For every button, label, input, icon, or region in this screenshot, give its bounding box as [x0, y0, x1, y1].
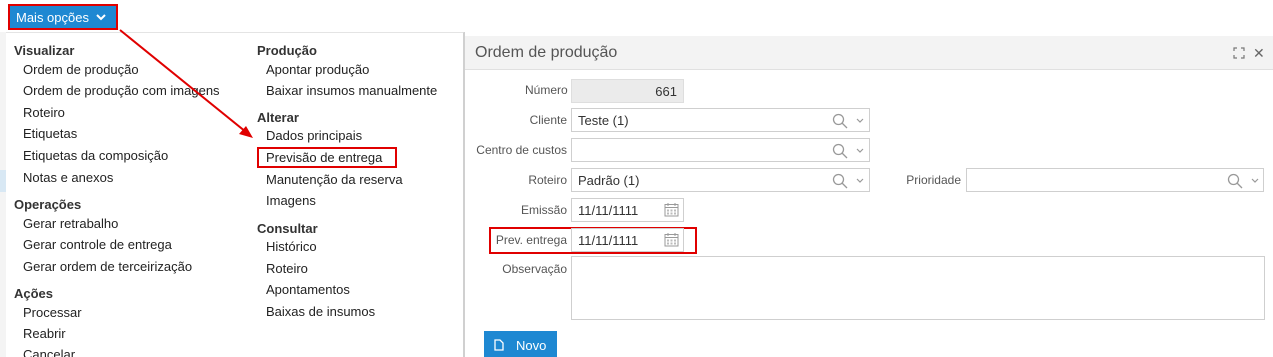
- menu-item-apontar-producao[interactable]: Apontar produção: [257, 62, 369, 77]
- calendar-icon[interactable]: [664, 202, 679, 217]
- menu-section-visualizar: Visualizar: [14, 43, 75, 58]
- chevron-down-icon: [96, 14, 106, 21]
- menu-item-baixas-insumos[interactable]: Baixas de insumos: [257, 304, 375, 319]
- top-toolbar: Mais opções: [0, 0, 1273, 32]
- emissao-value: 11/11/1111: [578, 203, 639, 218]
- menu-item-dados-principais[interactable]: Dados principais: [257, 128, 362, 143]
- menu-section-producao: Produção: [257, 43, 317, 58]
- menu-item-cancelar[interactable]: Cancelar: [14, 347, 75, 357]
- menu-section-acoes: Ações: [14, 286, 54, 301]
- prev-entrega-label: Prev. entrega: [495, 233, 567, 247]
- dialog-title: Ordem de produção: [475, 44, 618, 61]
- menu-item-roteiro-consulta[interactable]: Roteiro: [257, 261, 308, 276]
- prev-entrega-field[interactable]: 11/11/1111: [571, 228, 684, 252]
- emissao-field[interactable]: 11/11/1111: [571, 198, 684, 222]
- expand-icon[interactable]: [1233, 47, 1245, 59]
- roteiro-value: Padrão (1): [578, 173, 640, 188]
- more-options-label: Mais opções: [16, 9, 89, 25]
- more-options-menu: Visualizar Ordem de produção Ordem de pr…: [6, 32, 464, 357]
- emissao-label: Emissão: [520, 203, 567, 217]
- menu-item-historico[interactable]: Histórico: [257, 239, 317, 254]
- cliente-value: Teste (1): [578, 113, 629, 128]
- numero-label: Número: [525, 83, 568, 97]
- menu-item-gerar-retrabalho[interactable]: Gerar retrabalho: [14, 216, 118, 231]
- chevron-down-icon[interactable]: [855, 116, 865, 126]
- chevron-down-icon[interactable]: [1250, 176, 1260, 186]
- search-icon[interactable]: [832, 113, 848, 129]
- document-icon: [494, 339, 504, 351]
- menu-item-apontamentos[interactable]: Apontamentos: [257, 282, 350, 297]
- menu-section-alterar: Alterar: [257, 110, 299, 125]
- cliente-field[interactable]: Teste (1): [571, 108, 870, 132]
- roteiro-label: Roteiro: [528, 173, 567, 187]
- new-button-label: Novo: [516, 337, 547, 353]
- centro-custos-label: Centro de custos: [476, 143, 567, 157]
- new-button[interactable]: Novo: [484, 331, 557, 357]
- menu-item-imagens[interactable]: Imagens: [257, 193, 316, 208]
- prev-entrega-value: 11/11/1111: [578, 233, 639, 248]
- chevron-down-icon[interactable]: [855, 146, 865, 156]
- menu-item-etiquetas-composicao[interactable]: Etiquetas da composição: [14, 148, 168, 163]
- menu-item-roteiro[interactable]: Roteiro: [14, 105, 65, 120]
- more-options-button[interactable]: Mais opções: [8, 4, 118, 30]
- menu-section-consultar: Consultar: [257, 221, 318, 236]
- calendar-icon[interactable]: [664, 232, 679, 247]
- menu-item-previsao-entrega[interactable]: Previsão de entrega: [256, 147, 398, 168]
- dialog-header: Ordem de produção ✕: [465, 36, 1273, 70]
- search-icon[interactable]: [1227, 173, 1243, 189]
- prioridade-label: Prioridade: [906, 173, 961, 187]
- menu-item-reabrir[interactable]: Reabrir: [14, 326, 66, 341]
- numero-field: 661: [571, 79, 684, 103]
- close-icon[interactable]: ✕: [1253, 45, 1265, 62]
- menu-section-operacoes: Operações: [14, 197, 82, 212]
- chevron-down-icon[interactable]: [855, 176, 865, 186]
- menu-item-baixar-insumos[interactable]: Baixar insumos manualmente: [257, 83, 437, 98]
- menu-item-ordem-producao-imagens[interactable]: Ordem de produção com imagens: [14, 83, 220, 98]
- prioridade-field[interactable]: [966, 168, 1264, 192]
- search-icon[interactable]: [832, 143, 848, 159]
- observacao-textarea[interactable]: [571, 256, 1265, 320]
- menu-item-ordem-producao[interactable]: Ordem de produção: [14, 62, 139, 77]
- search-icon[interactable]: [832, 173, 848, 189]
- roteiro-field[interactable]: Padrão (1): [571, 168, 870, 192]
- menu-item-gerar-controle-entrega[interactable]: Gerar controle de entrega: [14, 237, 172, 252]
- menu-item-notas-anexos[interactable]: Notas e anexos: [14, 170, 113, 185]
- menu-item-manutencao-reserva[interactable]: Manutenção da reserva: [257, 172, 403, 187]
- menu-item-processar[interactable]: Processar: [14, 305, 82, 320]
- observacao-label: Observação: [502, 262, 567, 276]
- menu-item-gerar-ordem-terceirizacao[interactable]: Gerar ordem de terceirização: [14, 259, 192, 274]
- centro-custos-field[interactable]: [571, 138, 870, 162]
- menu-item-etiquetas[interactable]: Etiquetas: [14, 126, 77, 141]
- cliente-label: Cliente: [529, 113, 567, 127]
- production-order-dialog: Ordem de produção ✕ Número 661 Cliente T…: [464, 32, 1273, 357]
